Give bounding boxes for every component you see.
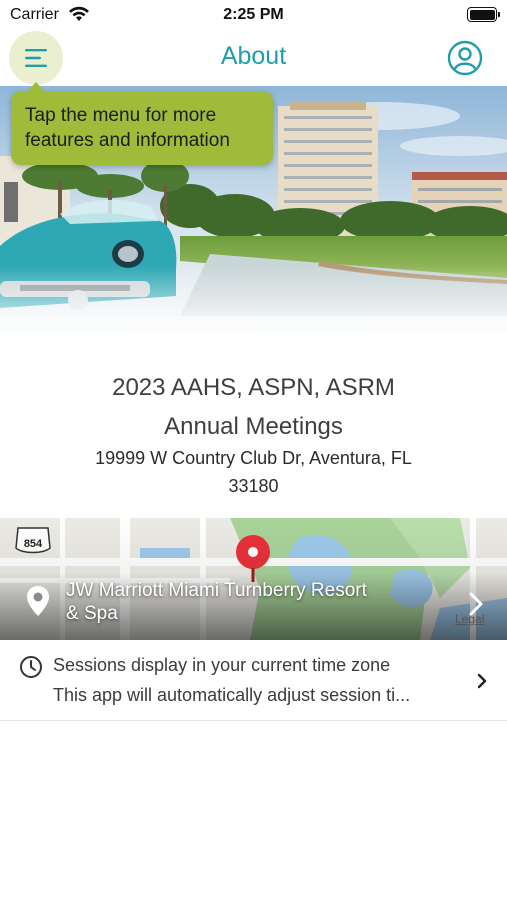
menu-hint-tooltip[interactable]: Tap the menu for more features and infor… <box>11 82 273 165</box>
timezone-title: Sessions display in your current time zo… <box>53 655 391 675</box>
event-title-line1: 2023 AAHS, ASPN, ASRM <box>112 374 395 401</box>
event-address: 19999 W Country Club Dr, Aventura, FL 33… <box>40 444 467 500</box>
chevron-right-icon <box>477 673 487 689</box>
event-address-line1: 19999 W Country Club Dr, Aventura, FL <box>95 448 412 468</box>
timezone-subtitle: This app will automatically adjust sessi… <box>53 685 411 705</box>
tooltip-text-line2: features and information <box>25 130 230 151</box>
status-bar: Carrier 2:25 PM <box>0 0 507 30</box>
venue-name: JW Marriott Miami Turnberry Resort & Spa <box>66 579 436 625</box>
nav-bar: About <box>0 30 507 86</box>
venue-name-line2: & Spa <box>66 603 118 624</box>
user-circle-icon[interactable] <box>447 40 483 76</box>
page-title: About <box>220 42 287 70</box>
venue-name-line1: JW Marriott Miami Turnberry Resort <box>66 580 367 601</box>
clock-icon <box>20 656 42 678</box>
battery-icon <box>467 7 500 22</box>
event-title: 2023 AAHS, ASPN, ASRM Annual Meetings <box>0 368 507 446</box>
event-title-line2: Annual Meetings <box>164 413 343 440</box>
event-address-line2: 33180 <box>228 476 279 496</box>
venue-map[interactable]: 854 JW Marriott Miami Turnberry Resort &… <box>0 518 507 640</box>
map-legal-link[interactable]: Legal <box>455 612 484 626</box>
tooltip-text-line1: Tap the menu for more <box>25 105 217 126</box>
clock-time: 2:25 PM <box>223 6 284 23</box>
timezone-notice-row[interactable]: Sessions display in your current time zo… <box>0 641 507 721</box>
location-pin-icon <box>27 586 49 616</box>
